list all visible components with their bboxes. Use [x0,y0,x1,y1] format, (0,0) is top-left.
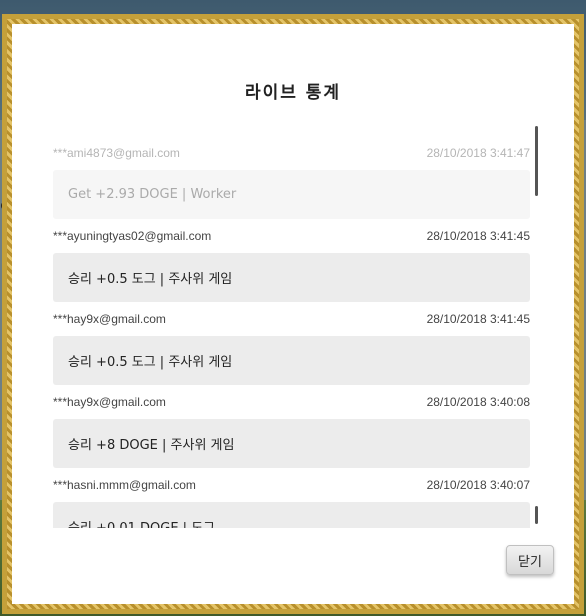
scrollbar-bottom-indicator[interactable] [535,506,538,524]
entry-user: ***hay9x@gmail.com [53,312,166,326]
entry-time: 28/10/2018 3:41:45 [426,312,530,326]
list-item: ***ami4873@gmail.com 28/10/2018 3:41:47 … [53,136,530,219]
close-button[interactable]: 닫기 [506,545,554,575]
entry-user: ***hasni.mmm@gmail.com [53,478,196,492]
entry-message: 승리 +0.5 도그 | 주사위 게임 [53,336,530,385]
list-item: ***ayuningtyas02@gmail.com 28/10/2018 3:… [53,219,530,302]
entry-time: 28/10/2018 3:40:08 [426,395,530,409]
list-item: ***hay9x@gmail.com 28/10/2018 3:41:45 승리… [53,302,530,385]
live-stats-list[interactable]: ***ami4873@gmail.com 28/10/2018 3:41:47 … [53,136,530,528]
entry-user: ***ami4873@gmail.com [53,146,180,160]
entry-user: ***hay9x@gmail.com [53,395,166,409]
live-stats-modal: 라이브 통계 ***ami4873@gmail.com 28/10/2018 3… [12,24,574,604]
list-item: ***hasni.mmm@gmail.com 28/10/2018 3:40:0… [53,468,530,528]
entry-user: ***ayuningtyas02@gmail.com [53,229,212,243]
entry-message: Get +2.93 DOGE | Worker [53,170,530,219]
entry-message: 승리 +8 DOGE | 주사위 게임 [53,419,530,468]
scrollbar-thumb[interactable] [535,126,538,196]
entry-message: 승리 +0.01 DOGE | 도그 [53,502,530,528]
entry-time: 28/10/2018 3:41:45 [426,229,530,243]
modal-title: 라이브 통계 [244,83,342,103]
entry-time: 28/10/2018 3:40:07 [426,478,530,492]
list-item: ***hay9x@gmail.com 28/10/2018 3:40:08 승리… [53,385,530,468]
entry-time: 28/10/2018 3:41:47 [426,146,530,160]
entry-message: 승리 +0.5 도그 | 주사위 게임 [53,253,530,302]
modal-frame: 라이브 통계 ***ami4873@gmail.com 28/10/2018 3… [2,14,584,614]
